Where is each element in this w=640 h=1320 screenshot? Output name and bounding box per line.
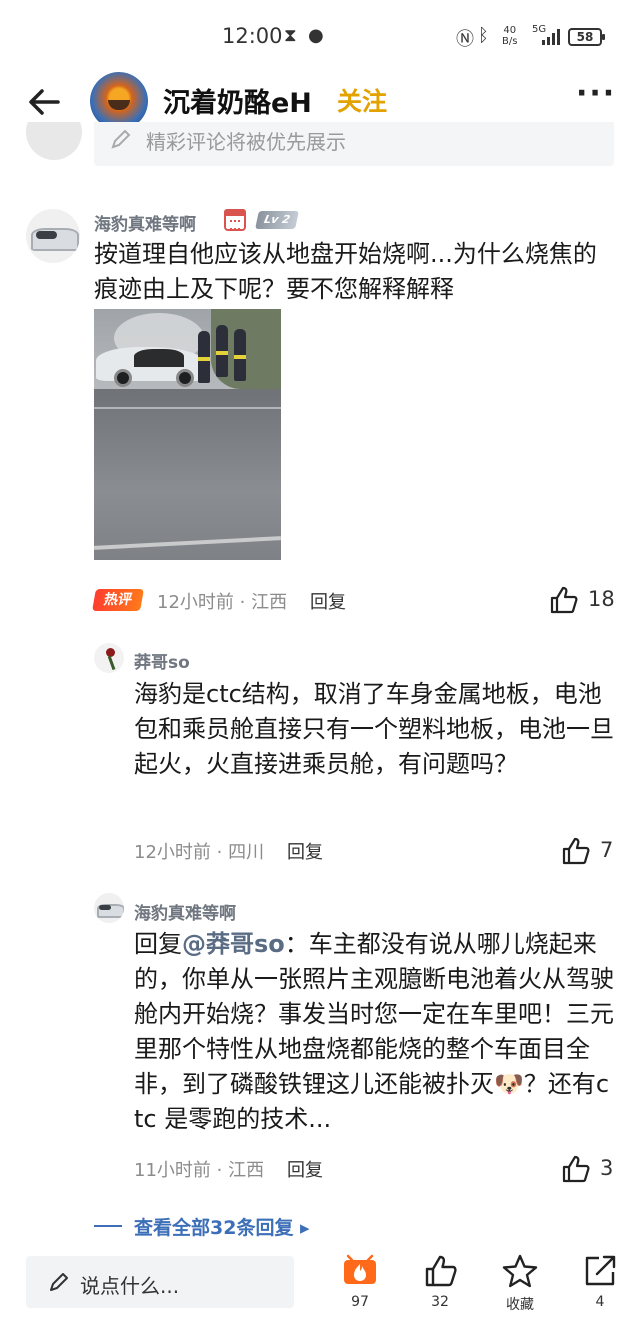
avatar[interactable] (94, 643, 124, 673)
reply-username[interactable]: 海豹真难等啊 (134, 899, 236, 924)
comment-text: 按道理自他应该从地盘开始烧啊...为什么烧焦的痕迹由上及下呢？要不您解释解释 (94, 240, 597, 303)
bottom-action-bar: 说点什么... 97 32 收藏 4 (0, 1254, 640, 1320)
status-bar: 12:00 ⧗ ● Ⓝ ᛒ 40 B/s 5G 58 (0, 0, 640, 72)
header: 沉着奶酪eH 关注 ··· (0, 72, 640, 130)
reply-button[interactable]: 回复 (287, 838, 323, 864)
like-count: 32 (431, 1294, 449, 1310)
app-notification-icon: ● (308, 25, 324, 46)
comment-username[interactable]: 海豹真难等啊 (94, 210, 196, 235)
favorite-button[interactable]: 收藏 (490, 1254, 550, 1314)
favorite-label: 收藏 (506, 1297, 534, 1313)
comment-input[interactable]: 说点什么... (26, 1256, 294, 1308)
featured-comment-notice: 精彩评论将被优先展示 (0, 122, 640, 166)
comment-meta: 12小时前 · 江西 (157, 592, 288, 613)
back-arrow-icon (29, 89, 60, 115)
mention-link[interactable]: @莽哥so (182, 930, 285, 958)
reply-text: 海豹是ctc结构，取消了车身金属地板，电池包和乘员舱直接只有一个塑料地板，电池一… (134, 680, 614, 778)
bluetooth-icon: ᛒ (478, 25, 489, 46)
star-icon (502, 1254, 538, 1288)
reply-button[interactable]: 回复 (287, 1156, 323, 1182)
reply-prefix: 回复 (134, 930, 182, 958)
like-button[interactable]: 3 (560, 1154, 618, 1184)
author-name[interactable]: 沉着奶酪eH (163, 81, 312, 120)
expand-divider (94, 1225, 122, 1227)
like-count: 3 (600, 1156, 614, 1180)
network-speed: 40 B/s (502, 25, 518, 47)
avatar[interactable] (94, 893, 124, 923)
like-count: 18 (588, 587, 615, 611)
share-icon (585, 1255, 616, 1286)
like-button[interactable]: 18 (548, 585, 618, 615)
signal-icon (542, 29, 560, 45)
reply-body: ：车主都没有说从哪儿烧起来的，你单从一张照片主观臆断电池着火从驾驶舱内开始烧？事… (134, 930, 614, 1133)
notice-text: 精彩评论将被优先展示 (146, 130, 346, 154)
thumbs-up-icon (562, 1155, 590, 1183)
share-button[interactable]: 4 (570, 1254, 630, 1314)
hot-comment-badge: 热评 (92, 589, 144, 611)
thumbs-up-icon (562, 837, 590, 865)
comment-photo[interactable] (94, 309, 281, 560)
avatar (26, 122, 82, 160)
thumbs-up-icon (425, 1255, 457, 1287)
hourglass-icon: ⧗ (284, 25, 297, 46)
battery-icon: 58 (568, 28, 605, 46)
reply-meta: 11小时前 · 江西 (134, 1160, 265, 1181)
reply-button[interactable]: 回复 (310, 588, 346, 614)
reply-meta: 12小时前 · 四川 (134, 842, 265, 863)
calendar-icon (224, 209, 246, 231)
hot-count: 97 (351, 1294, 369, 1310)
reply-username[interactable]: 莽哥so (134, 648, 190, 673)
pencil-icon (111, 129, 131, 149)
hot-reaction-button[interactable]: 97 (330, 1254, 390, 1314)
like-count: 7 (600, 838, 614, 862)
avatar[interactable] (26, 209, 80, 263)
reply-text: 回复@莽哥so：车主都没有说从哪儿烧起来的，你单从一张照片主观臆断电池着火从驾驶… (134, 927, 618, 1137)
like-button[interactable]: 7 (560, 836, 618, 866)
thumbs-up-icon (550, 586, 578, 614)
status-time: 12:00 (222, 24, 283, 48)
pencil-icon (50, 1273, 68, 1291)
view-all-replies-link[interactable]: 查看全部32条回复 ▸ (134, 1213, 310, 1240)
back-button[interactable] (22, 78, 66, 118)
share-count: 4 (595, 1294, 605, 1310)
follow-button[interactable]: 关注 (337, 82, 387, 118)
more-options-button[interactable]: ··· (576, 76, 616, 111)
comment-input-placeholder: 说点什么... (80, 1274, 180, 1298)
nfc-icon: Ⓝ (456, 29, 474, 50)
fire-icon (344, 1254, 376, 1284)
like-article-button[interactable]: 32 (410, 1254, 470, 1314)
level-badge: Lv 2 (255, 211, 299, 229)
